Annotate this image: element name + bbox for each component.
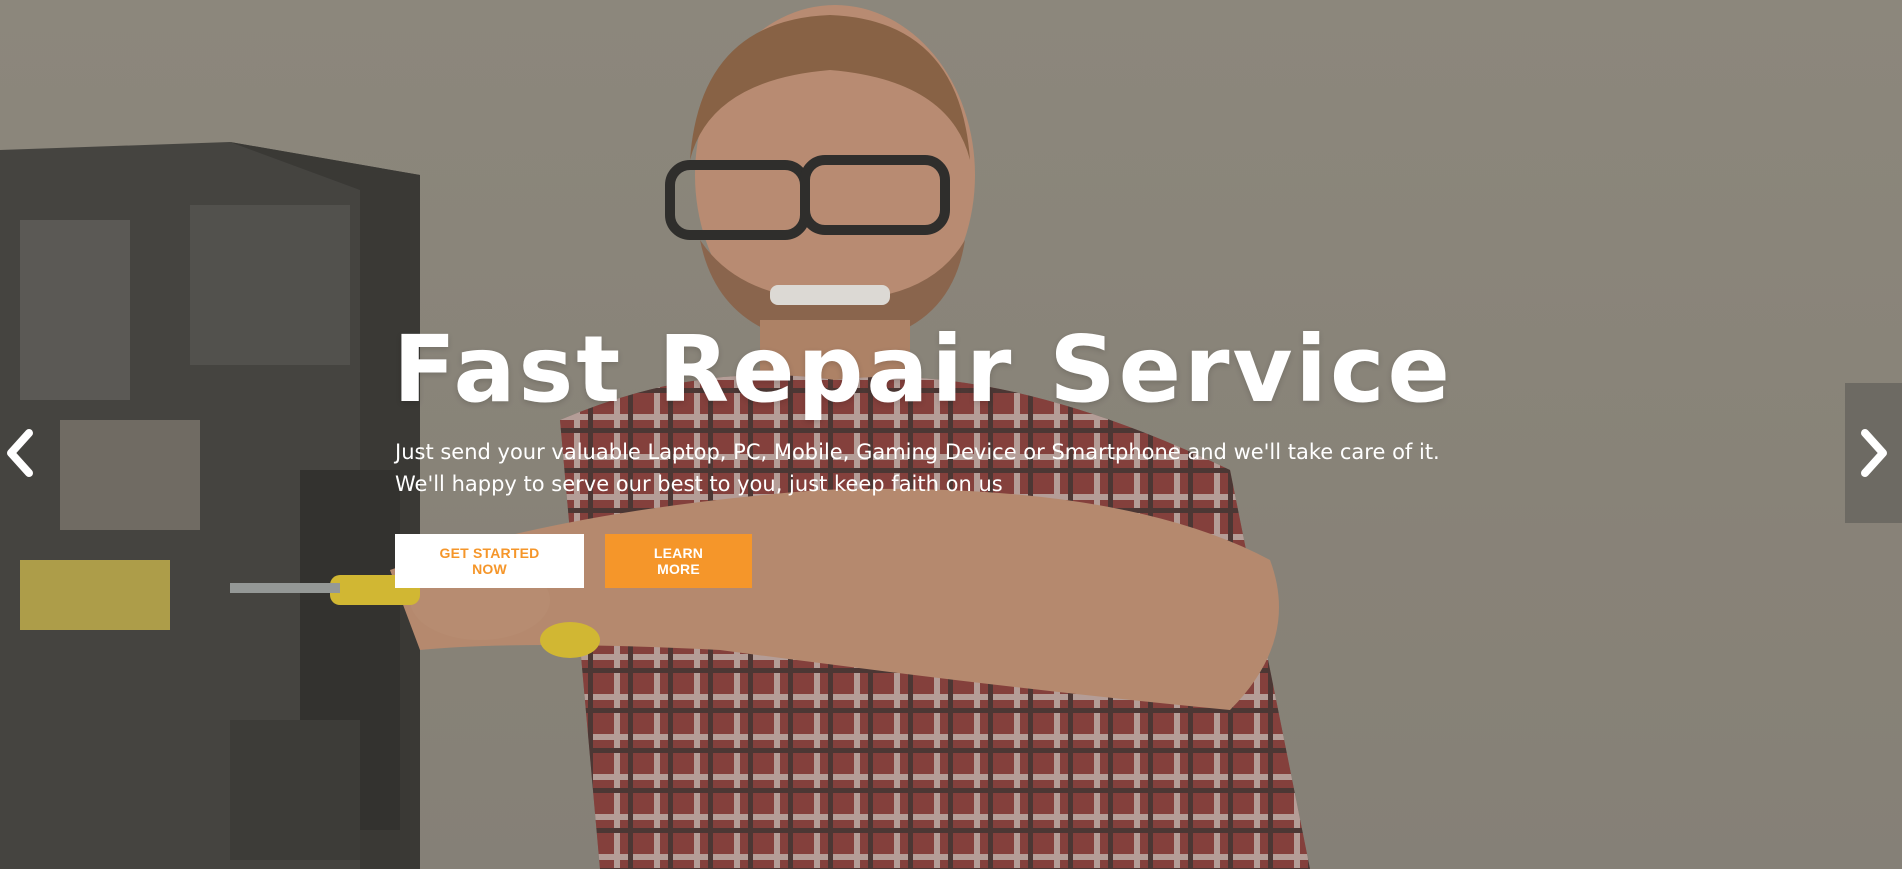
get-started-button[interactable]: GET STARTED NOW (395, 534, 584, 588)
slider-next-button[interactable] (1845, 383, 1902, 523)
hero-actions: GET STARTED NOW LEARN MORE (395, 534, 1493, 588)
hero-subtitle-line-1: Just send your valuable Laptop, PC, Mobi… (395, 440, 1440, 464)
chevron-right-icon (1860, 429, 1887, 477)
hero-subtitle-line-2: We'll happy to serve our best to you, ju… (395, 472, 1003, 496)
hero-subtitle: Just send your valuable Laptop, PC, Mobi… (395, 436, 1493, 500)
hero-content: Fast Repair Service Just send your valua… (393, 318, 1493, 588)
hero-slider: Fast Repair Service Just send your valua… (0, 0, 1902, 869)
learn-more-button[interactable]: LEARN MORE (605, 534, 752, 588)
hero-title: Fast Repair Service (393, 316, 1453, 423)
chevron-left-icon (7, 429, 33, 477)
slider-prev-button[interactable] (0, 425, 40, 481)
